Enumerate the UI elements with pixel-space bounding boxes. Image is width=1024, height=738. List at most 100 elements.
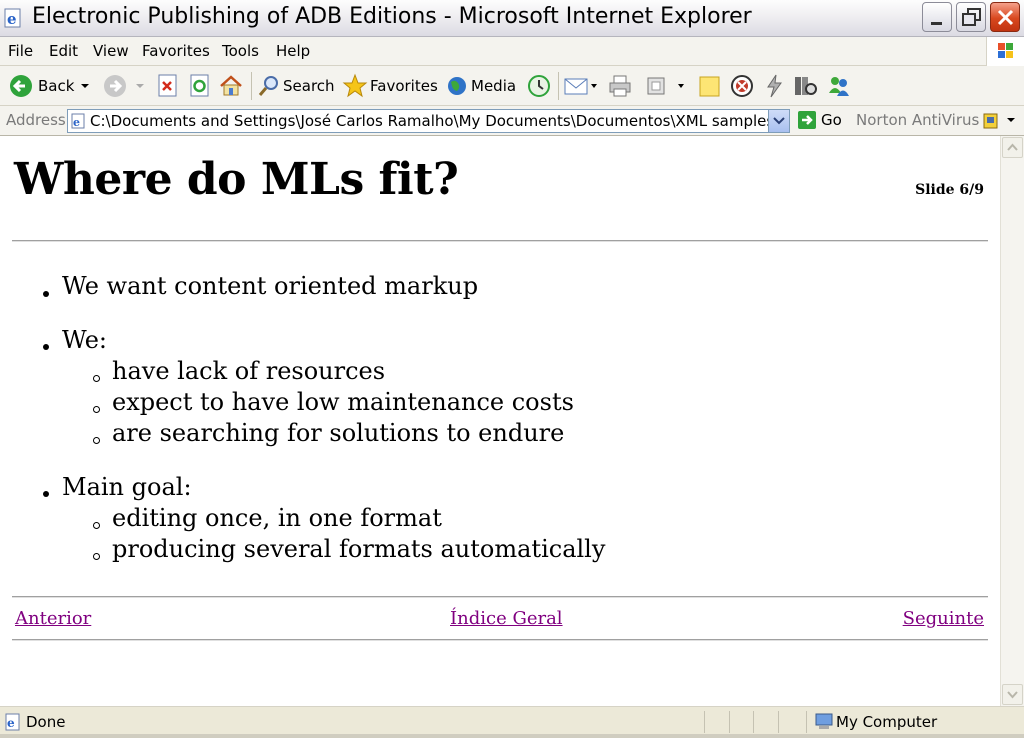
mail-icon: [564, 78, 597, 95]
toolbar: Back Search Favorites Media: [0, 66, 1024, 106]
edit-button[interactable]: [645, 70, 685, 102]
title-bar: e Electronic Publishing of ADB Editions …: [0, 0, 1024, 37]
mail-button[interactable]: [563, 70, 599, 102]
sub-bullet-circle: [93, 375, 100, 382]
sub-bullet-circle: [93, 553, 100, 560]
lightning-icon: [767, 74, 782, 98]
status-text: Done: [26, 713, 66, 731]
sub-bullet-item: expect to have low maintenance costs: [112, 388, 574, 416]
svg-text:e: e: [7, 716, 15, 730]
close-button[interactable]: [990, 2, 1020, 32]
favorites-button[interactable]: Favorites: [342, 70, 438, 102]
bullet-dot: [43, 344, 49, 350]
windows-logo: [986, 37, 1024, 66]
favorites-label: Favorites: [370, 77, 438, 95]
history-button[interactable]: [526, 70, 552, 102]
norton-antivirus-label: Norton AntiVirus: [856, 111, 980, 129]
divider: [12, 639, 988, 641]
sub-bullet-item: have lack of resources: [112, 357, 386, 385]
messenger-contacts-button[interactable]: [826, 70, 852, 102]
window-title: Electronic Publishing of ADB Editions - …: [32, 4, 752, 29]
address-input[interactable]: e C:\Documents and Settings\José Carlos …: [67, 109, 790, 133]
media-globe-icon: [448, 77, 466, 95]
toolbar-separator: [558, 72, 559, 100]
go-label: Go: [821, 111, 842, 129]
restore-icon: [962, 8, 981, 26]
note-icon: [699, 76, 720, 97]
stop-icon: [158, 74, 177, 97]
search-label: Search: [283, 77, 335, 95]
chevron-down-icon: [1007, 691, 1018, 699]
vertical-scrollbar[interactable]: [1000, 136, 1024, 706]
block-icon: [731, 75, 753, 97]
menu-file[interactable]: File: [8, 42, 33, 60]
menu-help[interactable]: Help: [276, 42, 310, 60]
discuss-button[interactable]: [698, 70, 722, 102]
index-link[interactable]: Índice Geral: [450, 608, 563, 629]
media-label: Media: [471, 77, 517, 95]
scroll-up-button[interactable]: [1002, 137, 1023, 158]
stop-button[interactable]: [156, 70, 180, 102]
printer-icon: [609, 75, 631, 97]
menu-edit[interactable]: Edit: [49, 42, 78, 60]
svg-text:e: e: [73, 116, 80, 129]
next-link[interactable]: Seguinte: [903, 608, 984, 629]
search-icon: [258, 76, 278, 96]
menu-bar: File Edit View Favorites Tools Help: [0, 37, 1024, 66]
go-arrow-icon: [798, 111, 816, 129]
scroll-down-button[interactable]: [1002, 684, 1023, 705]
address-dropdown-button[interactable]: [768, 110, 789, 132]
status-separator: [753, 711, 754, 733]
minimize-button[interactable]: [922, 2, 952, 32]
sub-bullet-circle: [93, 437, 100, 444]
back-button[interactable]: Back: [8, 70, 74, 102]
address-bar: Address e C:\Documents and Settings\José…: [0, 106, 1024, 136]
print-button[interactable]: [607, 70, 633, 102]
forward-dropdown[interactable]: [135, 70, 145, 102]
minimize-icon: [931, 22, 942, 25]
home-button[interactable]: [218, 70, 244, 102]
forward-button[interactable]: [102, 70, 128, 102]
search-button[interactable]: Search: [257, 70, 335, 102]
sub-bullet-item: producing several formats automatically: [112, 535, 606, 563]
home-icon: [220, 75, 242, 96]
refresh-button[interactable]: [188, 70, 212, 102]
menu-tools[interactable]: Tools: [222, 42, 259, 60]
edit-page-icon: [647, 77, 684, 95]
forward-arrow-icon: [104, 75, 126, 97]
status-separator: [806, 711, 807, 733]
page-done-icon: e: [5, 713, 20, 731]
go-button[interactable]: Go: [797, 110, 842, 130]
tool-button[interactable]: [762, 70, 786, 102]
star-icon: [342, 73, 368, 98]
close-icon: [997, 9, 1014, 26]
status-separator: [729, 711, 730, 733]
bullet-item: We want content oriented markup: [62, 272, 479, 300]
messenger-button[interactable]: [729, 70, 755, 102]
chevron-down-icon: [773, 117, 785, 125]
refresh-icon: [190, 74, 209, 97]
status-separator: [704, 711, 705, 733]
windows-flag-icon: [998, 43, 1013, 58]
previous-link[interactable]: Anterior: [15, 608, 91, 629]
slide-number: Slide 6/9: [915, 182, 984, 198]
status-separator: [778, 711, 779, 733]
my-computer-icon: [815, 713, 833, 729]
restore-button[interactable]: [956, 2, 986, 32]
media-button[interactable]: Media: [445, 70, 516, 102]
menu-favorites[interactable]: Favorites: [142, 42, 210, 60]
norton-icon[interactable]: [983, 112, 1019, 130]
divider: [12, 240, 988, 242]
chevron-up-icon: [1007, 143, 1018, 151]
sub-bullet-circle: [93, 406, 100, 413]
bullet-dot: [43, 291, 49, 297]
address-label: Address: [6, 111, 66, 129]
back-dropdown[interactable]: [80, 70, 90, 102]
slide-title: Where do MLs fit?: [14, 154, 459, 205]
page-content: Where do MLs fit? Slide 6/9 We want cont…: [0, 136, 1000, 706]
toolbar-separator: [251, 72, 252, 100]
menu-view[interactable]: View: [93, 42, 129, 60]
divider: [12, 596, 988, 598]
research-button[interactable]: [793, 70, 819, 102]
contacts-icon: [829, 77, 849, 96]
